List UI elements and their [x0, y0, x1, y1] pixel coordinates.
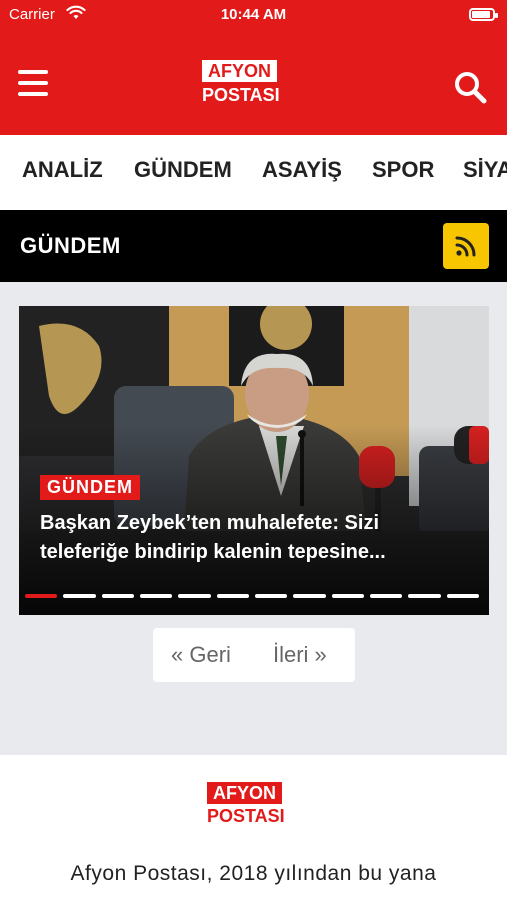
- slide-dot[interactable]: [140, 594, 173, 598]
- slide-category-badge: GÜNDEM: [40, 475, 140, 500]
- footer: AFYON POSTASI Afyon Postası, 2018 yılınd…: [0, 755, 507, 900]
- rss-icon: [455, 236, 476, 257]
- next-button[interactable]: İleri »: [273, 642, 327, 668]
- app-header: AFYON POSTASI: [0, 30, 507, 135]
- status-bar: Carrier 10:44 AM: [0, 0, 507, 30]
- slide-dot[interactable]: [63, 594, 96, 598]
- slide-dot[interactable]: [178, 594, 211, 598]
- search-icon[interactable]: [453, 70, 487, 104]
- slide-dot[interactable]: [408, 594, 441, 598]
- category-analiz[interactable]: ANALİZ: [22, 157, 103, 183]
- footer-logo: AFYON POSTASI: [207, 782, 303, 832]
- battery-level: [472, 11, 490, 18]
- prev-button[interactable]: « Geri: [171, 642, 231, 668]
- slide-headline[interactable]: Başkan Zeybek’ten muhalefete: Sizi telef…: [40, 509, 470, 567]
- slide-dot[interactable]: [370, 594, 403, 598]
- footer-description: Afyon Postası, 2018 yılından bu yana: [70, 862, 437, 885]
- footer-logo-bottom-text: POSTASI: [207, 806, 285, 826]
- slide-dot[interactable]: [331, 594, 364, 598]
- slide-dot[interactable]: [25, 594, 58, 598]
- rss-button[interactable]: [443, 223, 489, 269]
- battery-icon: [469, 8, 498, 21]
- section-header: GÜNDEM: [0, 210, 507, 282]
- status-time: 10:44 AM: [220, 6, 287, 23]
- slide-dot[interactable]: [446, 594, 479, 598]
- category-nav: ANALİZ GÜNDEM ASAYİŞ SPOR SİYA: [0, 135, 507, 210]
- category-siyaset[interactable]: SİYA: [463, 157, 507, 183]
- logo-bottom-text: POSTASI: [202, 85, 280, 105]
- category-gundem[interactable]: GÜNDEM: [134, 157, 232, 183]
- slide-dots: [25, 594, 485, 598]
- logo-top-text: AFYON: [202, 60, 277, 82]
- footer-logo-top-text: AFYON: [207, 782, 282, 804]
- category-asayis[interactable]: ASAYİŞ: [262, 157, 342, 183]
- slide-dot[interactable]: [101, 594, 134, 598]
- slide-dot[interactable]: [216, 594, 249, 598]
- hamburger-icon[interactable]: [18, 70, 50, 98]
- slide-dot[interactable]: [293, 594, 326, 598]
- slide-dot[interactable]: [255, 594, 288, 598]
- news-slide[interactable]: GÜNDEM Başkan Zeybek’ten muhalefete: Siz…: [19, 306, 489, 615]
- pager: « Geri İleri »: [153, 628, 355, 682]
- category-spor[interactable]: SPOR: [372, 157, 434, 183]
- section-title: GÜNDEM: [20, 233, 121, 258]
- header-logo[interactable]: AFYON POSTASI: [202, 60, 298, 110]
